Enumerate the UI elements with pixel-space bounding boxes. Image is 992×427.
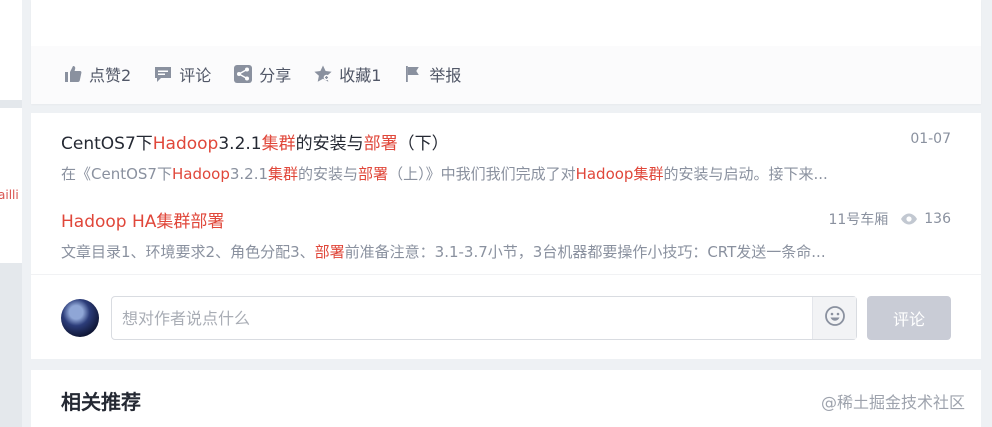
desc-text: 文章目录1、环境要求2、角色分配3、 [61, 243, 315, 261]
author-name[interactable]: 11号车厢 [828, 209, 888, 229]
like-label: 点赞2 [89, 66, 132, 85]
comment-button[interactable]: 评论 [153, 62, 211, 86]
desc-text: 的安装与 [298, 165, 359, 183]
related-article-desc: 在《CentOS7下Hadoop3.2.1集群的安装与部署（上）》中我们我们完成… [61, 163, 951, 184]
watermark: @稀土掘金技术社区 [820, 393, 965, 412]
desc-text: 在《CentOS7下 [61, 165, 172, 183]
title-text: （下） [397, 134, 449, 154]
desc-highlight: 部署 [314, 243, 345, 261]
desc-text: （上）》中我们我们完成了对 [388, 165, 576, 183]
thumbs-up-icon [63, 64, 83, 84]
related-article-title[interactable]: CentOS7下Hadoop3.2.1集群的安装与部署（下） [61, 129, 951, 154]
related-article-title[interactable]: Hadoop HA集群部署 [61, 207, 951, 232]
article-content-tail [31, 0, 981, 46]
desc-highlight: 集群 [268, 165, 299, 183]
avatar[interactable] [61, 299, 99, 337]
flag-icon [403, 64, 423, 84]
star-icon [313, 64, 333, 84]
like-button[interactable]: 点赞2 [63, 62, 131, 86]
related-articles-card: CentOS7下Hadoop3.2.1集群的安装与部署（下） 01-07 在《C… [31, 113, 981, 359]
view-count: 136 [924, 211, 951, 227]
left-card-top [0, 0, 22, 100]
title-highlight: Hadoop [152, 134, 219, 154]
title-highlight: 集群 [261, 134, 296, 154]
left-card-mid: ailli [0, 108, 22, 263]
desc-text: 3.2.1 [229, 165, 269, 183]
smile-icon [824, 305, 846, 331]
desc-text: 前准备注意：3.1-3.7小节，3台机器都要操作小技巧：CRT发送一条命... [344, 243, 826, 261]
comment-label: 评论 [179, 66, 212, 85]
desc-highlight: Hadoop [171, 165, 230, 183]
desc-highlight: 部署 [358, 165, 389, 183]
related-article-meta: 11号车厢 136 [828, 209, 951, 229]
title-text: 3.2.1 [218, 134, 262, 154]
collect-label: 收藏1 [339, 66, 382, 85]
title-text: 的安装与 [295, 134, 364, 154]
share-icon [233, 64, 253, 84]
divider [31, 274, 981, 275]
report-button[interactable]: 举报 [403, 62, 461, 86]
collect-button[interactable]: 收藏1 [313, 62, 381, 86]
comment-input[interactable] [112, 297, 812, 339]
recommend-card: 相关推荐 @稀土掘金技术社区 [31, 370, 981, 427]
comment-input-wrapper [111, 296, 857, 340]
related-article-date: 01-07 [910, 131, 951, 147]
left-text-fragment: ailli [0, 188, 19, 202]
report-label: 举报 [429, 66, 462, 85]
title-text: CentOS7下 [61, 134, 153, 154]
share-button[interactable]: 分享 [233, 62, 291, 86]
desc-text: 的安装与启动。接下来... [663, 165, 828, 183]
submit-comment-button[interactable]: 评论 [867, 296, 951, 340]
related-article-desc: 文章目录1、环境要求2、角色分配3、部署前准备注意：3.1-3.7小节，3台机器… [61, 241, 951, 262]
eye-icon [900, 212, 918, 226]
title-highlight: Hadoop HA集群部署 [61, 212, 225, 232]
title-highlight: 部署 [363, 134, 398, 154]
article-action-bar: 点赞2 评论 分享 收藏1 举报 [63, 62, 483, 86]
desc-highlight: Hadoop集群 [575, 165, 664, 183]
emoji-button[interactable] [812, 297, 856, 339]
article-footer-card: 点赞2 评论 分享 收藏1 举报 [31, 0, 981, 104]
left-sidebar-edge: ailli [0, 0, 22, 427]
related-article-2[interactable]: Hadoop HA集群部署 11号车厢 136 文章目录1、环境要求2、角色分配… [61, 207, 951, 262]
comment-icon [153, 64, 173, 84]
recommend-title: 相关推荐 [61, 390, 141, 414]
comment-box: 评论 [61, 295, 951, 341]
share-label: 分享 [259, 66, 292, 85]
related-article-1[interactable]: CentOS7下Hadoop3.2.1集群的安装与部署（下） 01-07 在《C… [61, 129, 951, 184]
